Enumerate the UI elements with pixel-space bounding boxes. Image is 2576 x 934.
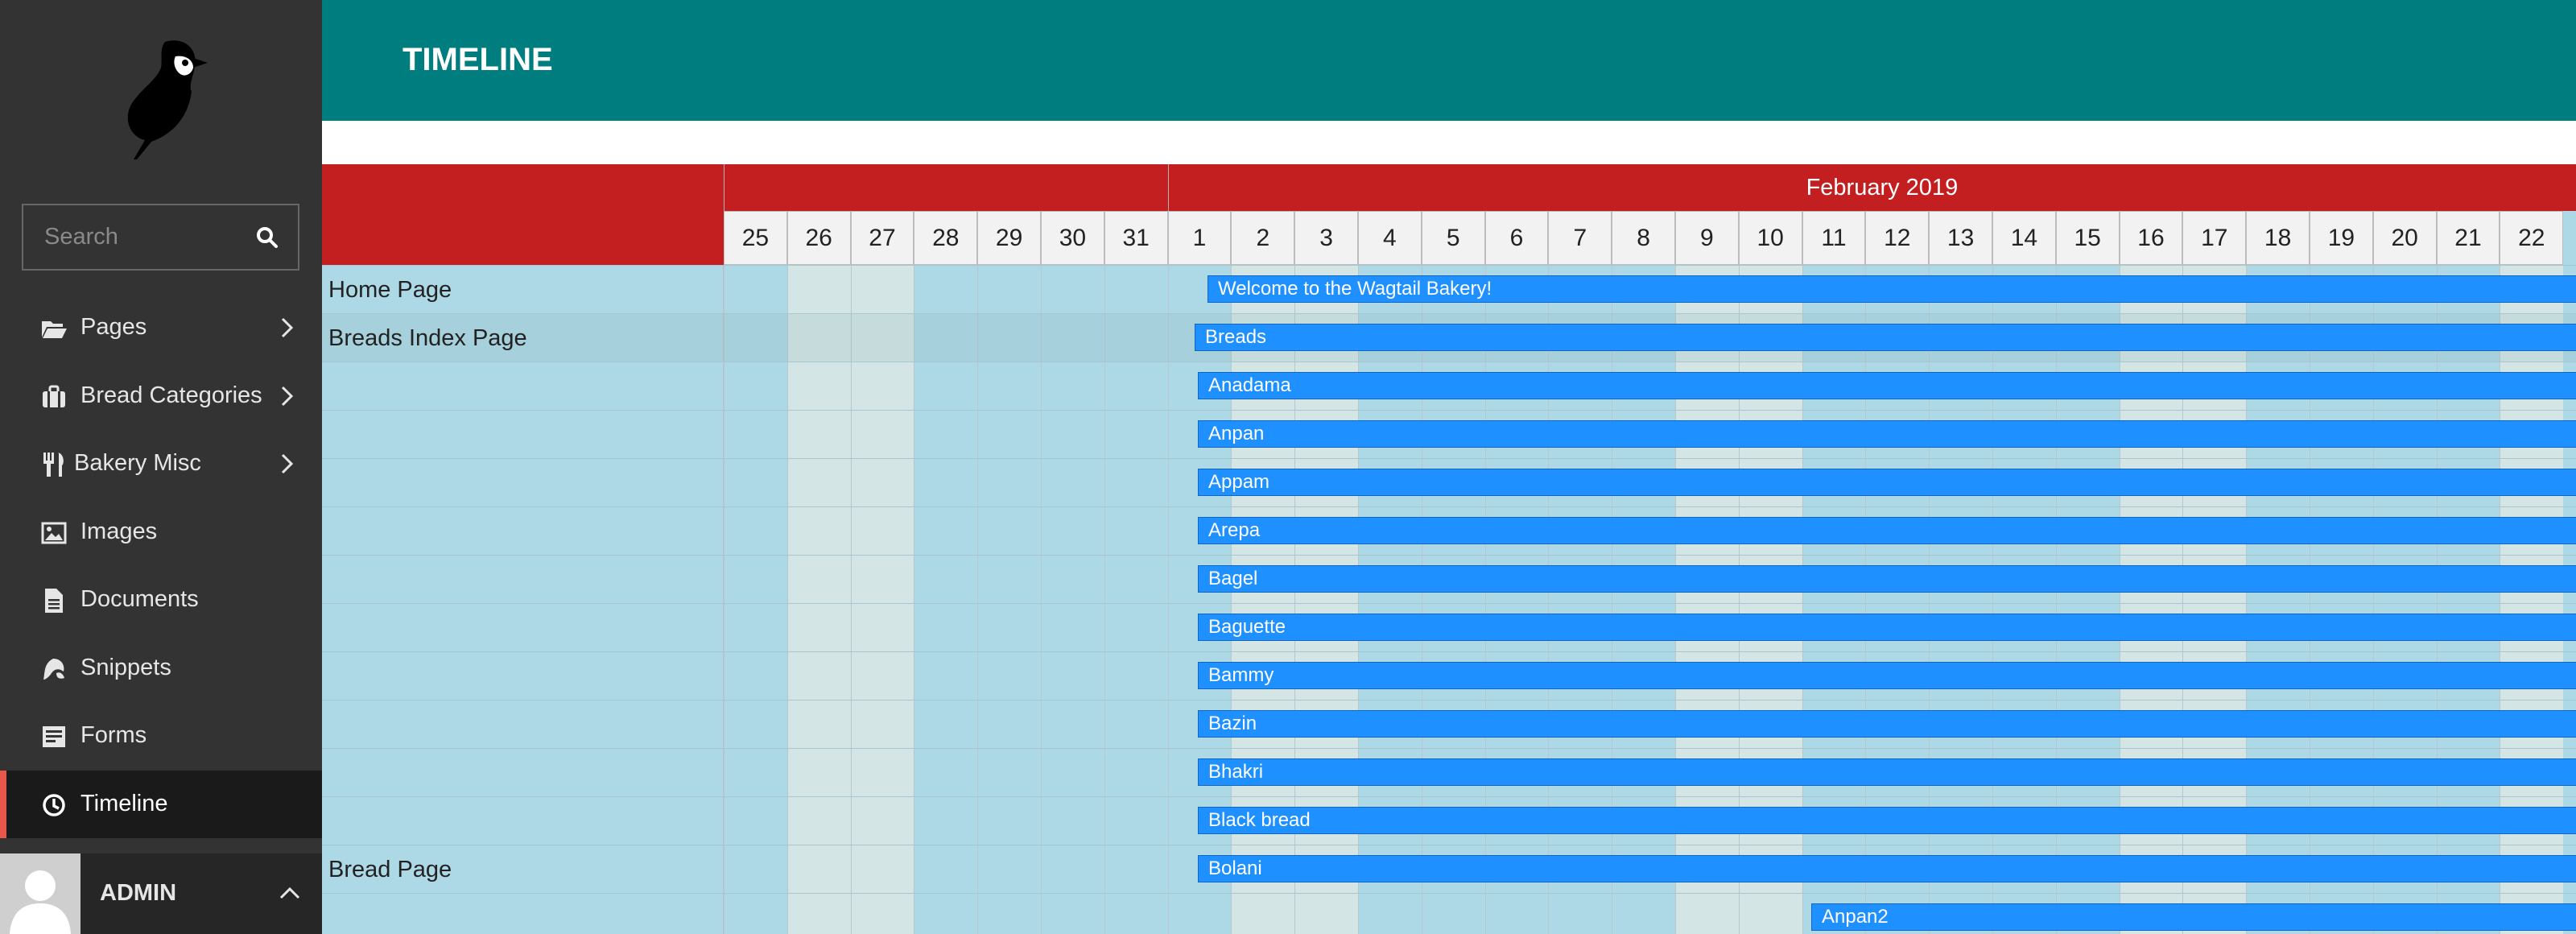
page-header: TIMELINE: [322, 0, 2576, 121]
sidebar-item-snippets[interactable]: Snippets: [0, 634, 322, 703]
event-bar[interactable]: Anpan2: [1811, 903, 2576, 931]
sidebar-item-label: Forms: [80, 722, 147, 748]
day-header-cell: 26: [786, 211, 851, 265]
day-header-cell: 28: [914, 211, 978, 265]
sidebar-item-images[interactable]: Images: [0, 498, 322, 567]
chevron-right-icon: [281, 453, 294, 474]
day-header-cell: 25: [724, 211, 787, 265]
day-header-cell: 9: [1675, 211, 1739, 265]
sidebar: Pages Bread Categories: [0, 0, 322, 934]
day-header-cell: 3: [1294, 211, 1358, 265]
account-menu[interactable]: ADMIN: [0, 853, 322, 934]
row-label: Home Page: [328, 277, 452, 303]
day-header-cell: 29: [977, 211, 1041, 265]
day-header-cell: 14: [1992, 211, 2056, 265]
user-silhouette-icon: [10, 870, 71, 934]
day-header-cell: 6: [1484, 211, 1549, 265]
sidebar-item-label: Pages: [80, 314, 147, 340]
sidebar-item-timeline[interactable]: Timeline: [0, 770, 322, 838]
event-bar[interactable]: Bhakri: [1198, 758, 2576, 786]
row-label: Breads Index Page: [328, 325, 527, 351]
form-icon: [43, 726, 65, 747]
sidebar-item-label: Snippets: [80, 654, 171, 680]
chevron-right-icon: [281, 317, 294, 338]
wagtail-logo-icon[interactable]: [105, 39, 209, 163]
day-header-cell: 2: [1231, 211, 1295, 265]
day-header-cell: 7: [1548, 211, 1612, 265]
row-label: Bread Page: [328, 857, 452, 882]
event-bar[interactable]: Bagel: [1198, 565, 2576, 593]
day-header-cell: 31: [1104, 211, 1168, 265]
day-header-cell: 10: [1738, 211, 1802, 265]
event-bar[interactable]: Black bread: [1198, 807, 2576, 834]
event-bar[interactable]: Appam: [1198, 469, 2576, 496]
day-header-cell: 8: [1612, 211, 1675, 265]
event-bar[interactable]: Bolani: [1198, 855, 2576, 882]
search-box: [22, 204, 299, 271]
month-label: February 2019: [1806, 175, 1959, 200]
day-header-cell: 17: [2182, 211, 2247, 265]
day-header-cell: 20: [2372, 211, 2437, 265]
sidebar-item-pages[interactable]: Pages: [0, 294, 322, 362]
day-header-cell: 11: [1802, 211, 1866, 265]
search-input[interactable]: [23, 205, 241, 269]
sidebar-item-label: Timeline: [80, 790, 168, 816]
snippet-icon: [43, 658, 64, 680]
account-name: ADMIN: [100, 880, 177, 906]
day-header-cell: 22: [2500, 211, 2564, 265]
document-icon: [45, 589, 63, 613]
event-bar[interactable]: Anpan: [1198, 420, 2576, 448]
event-bar[interactable]: Bazin: [1198, 710, 2576, 738]
day-header-cell: 15: [2055, 211, 2120, 265]
sidebar-item-documents[interactable]: Documents: [0, 566, 322, 634]
main-menu: Pages Bread Categories Bakery Misc Image…: [0, 294, 322, 838]
timeline-chart: February 2019 Home Page Breads Index Page…: [322, 164, 2576, 934]
day-header-cell: 4: [1358, 211, 1422, 265]
sidebar-item-forms[interactable]: Forms: [0, 702, 322, 771]
chevron-right-icon: [281, 386, 294, 406]
day-header-cell: 18: [2246, 211, 2310, 265]
day-header-cell: 12: [1865, 211, 1930, 265]
search-icon[interactable]: [254, 225, 280, 250]
day-header-cell: 16: [2119, 211, 2183, 265]
day-header-cell: 13: [1929, 211, 1992, 265]
day-header-cell: 21: [2436, 211, 2500, 265]
sidebar-item-bakery-misc[interactable]: Bakery Misc: [0, 430, 322, 498]
utensils-icon: [43, 453, 64, 477]
image-icon: [41, 522, 67, 543]
event-bar[interactable]: Bammy: [1198, 662, 2576, 689]
event-bar[interactable]: Breads: [1195, 324, 2576, 351]
sidebar-item-label: Documents: [80, 586, 199, 612]
sidebar-item-label: Bread Categories: [80, 382, 262, 408]
sidebar-item-label: Bakery Misc: [74, 450, 201, 476]
day-header-cell: 27: [850, 211, 914, 265]
day-header-cell: 19: [2310, 211, 2373, 265]
event-bar[interactable]: Welcome to the Wagtail Bakery!: [1208, 275, 2576, 303]
event-bar[interactable]: Anadama: [1198, 372, 2576, 399]
day-header-cell: 5: [1421, 211, 1485, 265]
day-header-cell: 1: [1167, 211, 1232, 265]
month-header: February 2019: [1167, 164, 2576, 211]
event-bar[interactable]: Baguette: [1198, 614, 2576, 641]
month-header: [724, 164, 1168, 211]
event-bar[interactable]: Arepa: [1198, 517, 2576, 544]
avatar: [0, 853, 80, 934]
sidebar-item-bread-categories[interactable]: Bread Categories: [0, 362, 322, 431]
folder-open-icon: [42, 321, 67, 338]
sidebar-item-label: Images: [80, 518, 158, 544]
suitcase-icon: [43, 385, 65, 407]
clock-icon: [43, 793, 65, 816]
page-title: TIMELINE: [402, 42, 553, 77]
chevron-up-icon[interactable]: [279, 884, 301, 902]
day-header-cell: 30: [1041, 211, 1104, 265]
timeline-corner: [322, 164, 724, 265]
